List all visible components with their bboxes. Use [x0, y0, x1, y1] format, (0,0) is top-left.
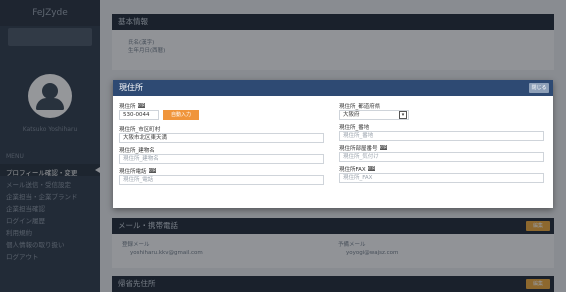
fax-label: 現住所FAX 必須 [339, 165, 544, 173]
prefecture-label: 現住所_都道府県 [339, 102, 544, 110]
required-badge: 必須 [367, 166, 375, 171]
city-label-text: 現住所_市区町村 [119, 126, 161, 133]
room-label: 現住所部屋番号 必須 [339, 144, 544, 152]
building-label: 現住所_建物名 [119, 146, 324, 154]
close-button[interactable]: 閉じる [529, 83, 549, 93]
fax-label-text: 現住所FAX [339, 166, 366, 173]
prefecture-value: 大阪府 [343, 112, 360, 118]
modal-left-column: 現住所 必須 530-0044 自動入力 現住所_市区町村 大阪市北区東天満 現… [119, 100, 324, 188]
modal-title: 現住所 [119, 83, 143, 92]
phone-label: 現住所電話 必須 [119, 167, 324, 175]
auto-fill-button[interactable]: 自動入力 [163, 110, 199, 120]
building-input[interactable]: 現住所_建物名 [119, 154, 324, 164]
phone-input[interactable]: 現住所_電話 [119, 175, 324, 185]
prefecture-select[interactable]: 大阪府 ▾ [339, 110, 409, 120]
required-badge: 必須 [137, 103, 145, 108]
zip-label-text: 現住所 [119, 103, 136, 110]
phone-label-text: 現住所電話 [119, 168, 147, 175]
required-badge: 必須 [148, 168, 156, 173]
zip-label: 現住所 必須 [119, 102, 324, 110]
room-label-text: 現住所部屋番号 [339, 145, 378, 152]
modal-right-column: 現住所_都道府県 大阪府 ▾ 現住所_番地 現住所_番地 現住所部屋番号 必須 … [339, 100, 544, 186]
required-badge: 必須 [379, 145, 387, 150]
city-label: 現住所_市区町村 [119, 125, 324, 133]
room-input[interactable]: 現住所_気付け [339, 152, 544, 162]
street-label-text: 現住所_番地 [339, 124, 370, 131]
fax-input[interactable]: 現住所_FAX [339, 173, 544, 183]
building-label-text: 現住所_建物名 [119, 147, 155, 154]
chevron-down-icon[interactable]: ▾ [399, 111, 407, 119]
street-label: 現住所_番地 [339, 123, 544, 131]
address-modal: 現住所 閉じる 現住所 必須 530-0044 自動入力 現住所_市区町村 大阪… [113, 80, 553, 208]
street-input[interactable]: 現住所_番地 [339, 131, 544, 141]
zip-input[interactable]: 530-0044 [119, 110, 159, 120]
modal-header: 現住所 閉じる [113, 80, 553, 96]
prefecture-label-text: 現住所_都道府県 [339, 103, 381, 110]
city-input[interactable]: 大阪市北区東天満 [119, 133, 324, 143]
